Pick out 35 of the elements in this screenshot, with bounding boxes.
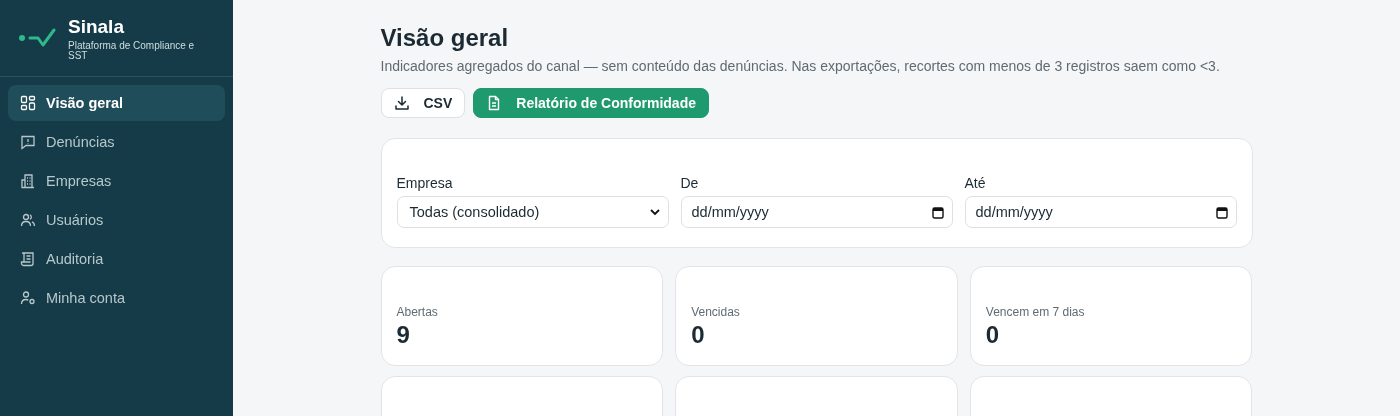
stat-label: Abertas xyxy=(396,305,438,319)
scroll-icon xyxy=(20,251,36,267)
page-subtitle: Indicadores agregados do canal — sem conteúdo das denúncias. Nas exportações, recortes com menos de 3 registros saem como <3. xyxy=(380,58,1221,74)
page-title: Visão geral xyxy=(380,24,510,52)
stat-label: Vencem em 7 dias xyxy=(985,305,1085,319)
chevron-down-icon xyxy=(649,208,660,216)
report-button[interactable]: Relatório de Conformidade xyxy=(473,88,709,118)
stat-label: Vencidas xyxy=(691,305,740,319)
company-select[interactable]: Todas (consolidado) xyxy=(396,196,669,228)
field-label: Até xyxy=(964,175,987,191)
grid-icon xyxy=(20,95,36,111)
brand-tagline: Plataforma de Compliance e SST xyxy=(68,40,196,61)
sidebar-item[interactable]: Empresas xyxy=(8,163,225,199)
logo-icon xyxy=(18,28,58,48)
user-settings-icon xyxy=(20,290,36,306)
stat-value: 9 xyxy=(396,321,410,349)
field-label: Empresa xyxy=(396,175,454,191)
stat-value: 0 xyxy=(691,321,705,349)
building-icon xyxy=(20,173,36,189)
brand-name: Sinala xyxy=(68,15,125,38)
stat-value: 0 xyxy=(985,321,1000,349)
download-button[interactable]: CSV xyxy=(380,88,466,118)
sidebar-item[interactable]: Usuários xyxy=(8,202,225,238)
calendar-icon xyxy=(1215,205,1228,219)
sidebar-item[interactable]: Visão geral xyxy=(8,85,225,121)
date-field[interactable]: dd/mm/yyyy xyxy=(964,196,1237,228)
field-label: De xyxy=(680,175,700,191)
message-icon xyxy=(20,134,36,150)
sidebar-item[interactable]: Minha conta xyxy=(8,280,225,316)
sidebar-item[interactable]: Auditoria xyxy=(8,241,225,277)
download-icon xyxy=(393,95,410,111)
sidebar-item[interactable]: Denúncias xyxy=(8,124,225,160)
date-field[interactable]: dd/mm/yyyy xyxy=(680,196,953,228)
users-icon xyxy=(20,212,36,228)
calendar-icon xyxy=(931,205,944,219)
